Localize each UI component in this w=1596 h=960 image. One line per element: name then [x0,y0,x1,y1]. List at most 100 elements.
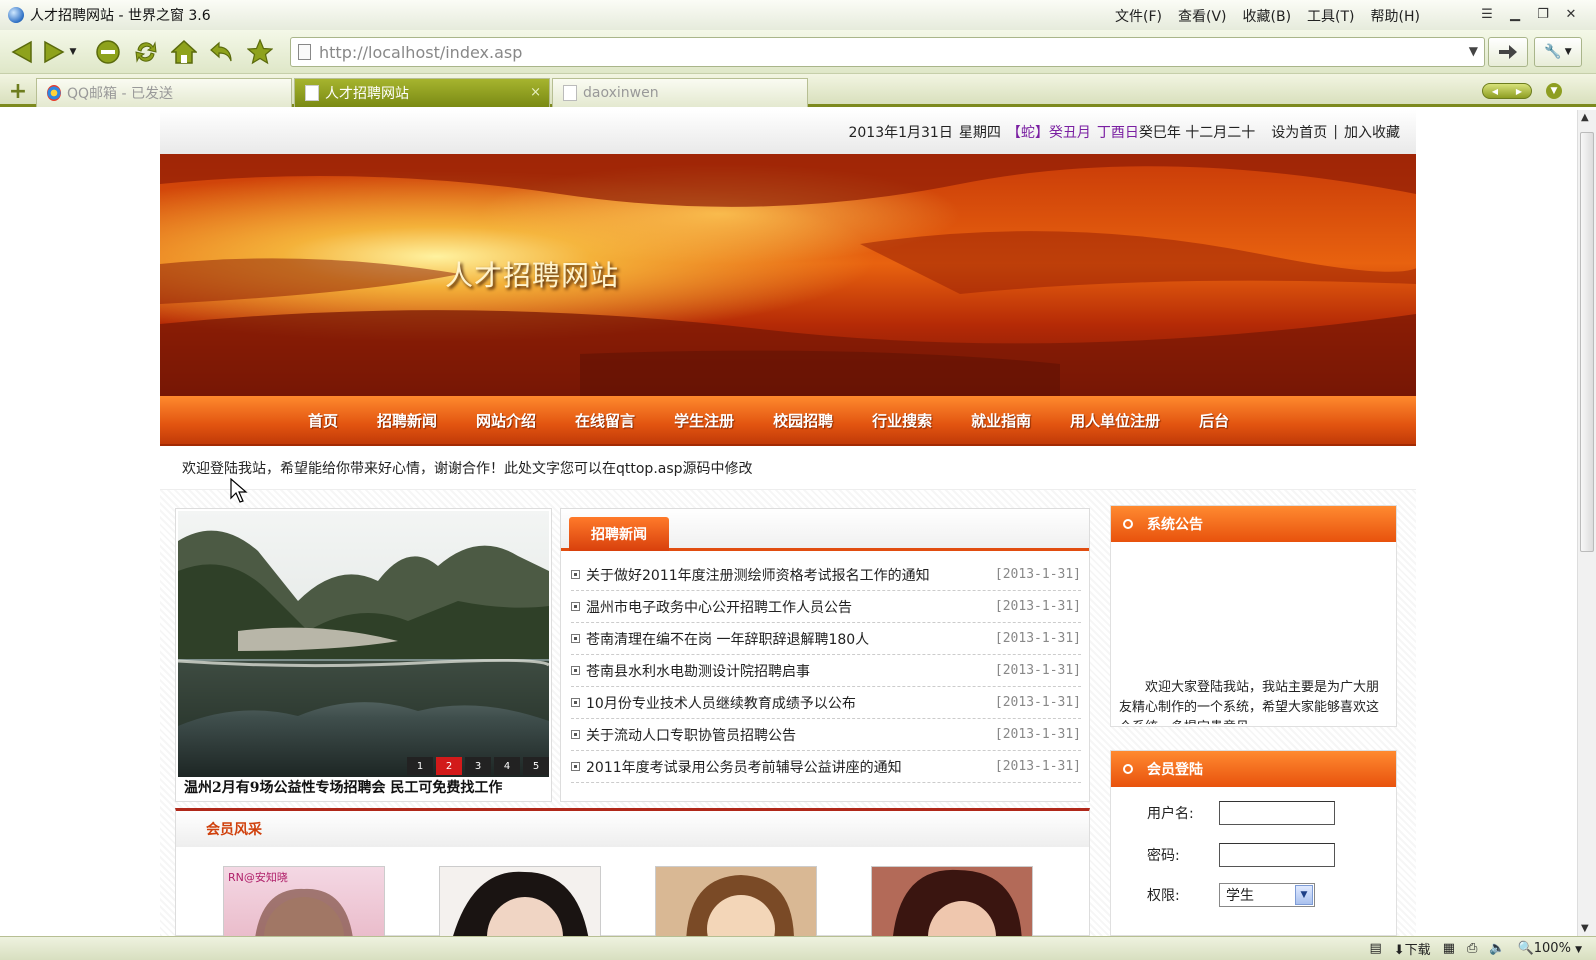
forward-history-dropdown[interactable]: ▼ [66,38,80,66]
tools-button[interactable]: 🔧 ▼ [1534,37,1582,67]
nav-guestbook[interactable]: 在线留言 [575,410,635,431]
menu-favorites[interactable]: 收藏(B) [1243,6,1292,26]
chevron-down-icon[interactable]: ▼ [1469,44,1478,58]
page-icon [563,85,577,101]
password-input[interactable] [1219,843,1335,867]
navigation-toolbar: ▼ http://localhost/index.asp ▼ 🔧 ▼ [0,30,1596,74]
news-item-title[interactable]: 10月份专业技术人员继续教育成绩予以公布 [586,693,856,713]
news-item[interactable]: 关于流动人口专职协管员招聘公告 [2013-1-31] [571,719,1081,751]
nav-admin[interactable]: 后台 [1199,410,1229,431]
menu-tools[interactable]: 工具(T) [1307,6,1354,26]
close-tab-icon[interactable]: × [530,85,541,100]
tab-label: daoxinwen [583,85,659,101]
slider-page-2[interactable]: 2 [436,757,462,775]
menu-help[interactable]: 帮助(H) [1371,6,1420,26]
member-badge: RN@安知晓 [228,871,288,884]
undo-close-button[interactable] [208,38,236,66]
forward-button[interactable] [40,38,68,66]
member-login-panel: 会员登陆 用户名: 密码: 权限: 学生 ▼ [1110,750,1397,936]
news-item-title[interactable]: 关于做好2011年度注册测绘师资格考试报名工作的通知 [586,565,930,585]
tab-scroll-control[interactable]: ◀ ▶ [1482,83,1532,99]
lunar-zodiac: 【蛇】 [1006,125,1049,141]
news-item[interactable]: 温州市电子政务中心公开招聘工作人员公告 [2013-1-31] [571,591,1081,623]
favorites-button[interactable] [246,38,274,66]
member-photo[interactable]: RN@安知晓 [223,866,385,936]
top-info-bar: 2013年1月31日 星期四 【蛇】 癸丑月 丁酉日 癸巳年 十二月二十 设为首… [160,110,1416,154]
news-item-title[interactable]: 2011年度考试录用公务员考前辅导公益讲座的通知 [586,757,902,777]
nav-industry-search[interactable]: 行业搜索 [872,410,932,431]
news-item-title[interactable]: 苍南县水利水电勘测设计院招聘启事 [586,661,810,681]
minimize-button[interactable]: ▁ [1504,4,1526,24]
news-item[interactable]: 苍南清理在编不在岗 一年辞职辞退解聘180人 [2013-1-31] [571,623,1081,655]
slider-page-5[interactable]: 5 [523,757,549,775]
scroll-down-icon[interactable]: ▼ [1581,923,1589,934]
star-icon [247,39,273,65]
go-button[interactable] [1488,37,1528,67]
role-select[interactable]: 学生 ▼ [1219,883,1315,907]
recruit-news-panel: 招聘新闻 关于做好2011年度注册测绘师资格考试报名工作的通知 [2013-1-3… [560,508,1090,802]
slider-page-3[interactable]: 3 [465,757,491,775]
print-icon[interactable]: ⎙ [1467,941,1477,956]
add-favorite-link[interactable]: 加入收藏 [1344,122,1400,142]
slider-image[interactable] [178,511,549,777]
tab-list-button[interactable]: ▼ [1546,83,1562,99]
nav-about[interactable]: 网站介绍 [476,410,536,431]
nav-student-register[interactable]: 学生注册 [674,410,734,431]
nav-recruit-news[interactable]: 招聘新闻 [377,410,437,431]
news-item-title[interactable]: 苍南清理在编不在岗 一年辞职辞退解聘180人 [586,629,869,649]
slider-caption[interactable]: 温州2月有9场公益性专场招聘会 民工可免费找工作 [184,777,502,797]
nav-campus-recruit[interactable]: 校园招聘 [773,410,833,431]
news-item-date: [2013-1-31] [994,727,1081,742]
scroll-thumb[interactable] [1580,132,1594,552]
news-title[interactable]: 招聘新闻 [569,517,669,551]
nav-career-guide[interactable]: 就业指南 [971,410,1031,431]
stop-button[interactable] [94,38,122,66]
magnifier-icon: 🔍 [1517,941,1534,956]
menu-list-icon[interactable]: ☰ [1476,4,1498,24]
menu-file[interactable]: 文件(F) [1115,6,1162,26]
slider-page-1[interactable]: 1 [407,757,433,775]
tab-qqmail[interactable]: QQ邮箱 - 已发送 [36,78,292,107]
welcome-marquee: 欢迎登陆我站，希望能给你带来好心情，谢谢合作！此处文字您可以在qttop.asp… [160,446,1416,490]
member-photo[interactable] [439,866,601,936]
nav-home[interactable]: 首页 [308,410,338,431]
vertical-scrollbar[interactable]: ▲ ▼ [1577,110,1596,936]
username-input[interactable] [1219,801,1335,825]
member-photo[interactable] [871,866,1033,936]
news-item-title[interactable]: 关于流动人口专职协管员招聘公告 [586,725,796,745]
slider-page-4[interactable]: 4 [494,757,520,775]
menu-bar: 文件(F) 查看(V) 收藏(B) 工具(T) 帮助(H) [1115,6,1420,26]
new-tab-button[interactable]: + [5,78,31,104]
menu-view[interactable]: 查看(V) [1178,6,1227,26]
news-item[interactable]: 10月份专业技术人员继续教育成绩予以公布 [2013-1-31] [571,687,1081,719]
news-item[interactable]: 苍南县水利水电勘测设计院招聘启事 [2013-1-31] [571,655,1081,687]
speaker-icon[interactable]: 🔈 [1489,941,1505,956]
zoom-level: 100% [1533,941,1571,956]
notes-icon[interactable]: ▦ [1443,941,1455,956]
news-item-title[interactable]: 温州市电子政务中心公开招聘工作人员公告 [586,597,852,617]
download-button[interactable]: ⬇下载 [1394,939,1431,958]
scroll-up-icon[interactable]: ▲ [1581,112,1589,123]
feed-icon[interactable]: ▤ [1369,941,1381,956]
username-row: 用户名: [1147,801,1335,825]
home-icon [171,39,197,64]
tab-daoxinwen[interactable]: daoxinwen [552,78,808,107]
refresh-button[interactable] [132,38,160,66]
news-item-date: [2013-1-31] [994,631,1081,646]
news-item[interactable]: 关于做好2011年度注册测绘师资格考试报名工作的通知 [2013-1-31] [571,559,1081,591]
news-item[interactable]: 2011年度考试录用公务员考前辅导公益讲座的通知 [2013-1-31] [571,751,1081,783]
address-url[interactable]: http://localhost/index.asp [319,43,522,62]
zoom-control[interactable]: 🔍100% ▼ [1518,941,1582,956]
set-home-link[interactable]: 设为首页 [1271,122,1327,142]
back-button[interactable] [8,38,36,66]
home-button[interactable] [170,38,198,66]
member-photo[interactable] [655,866,817,936]
close-window-button[interactable]: ✕ [1560,4,1582,24]
portrait-image [893,869,1022,936]
restore-button[interactable]: ❐ [1532,4,1554,24]
nav-employer-register[interactable]: 用人单位注册 [1070,410,1160,431]
password-row: 密码: [1147,843,1335,867]
tab-recruit-site[interactable]: 人才招聘网站 × [294,78,550,107]
tab-label: QQ邮箱 - 已发送 [67,86,173,102]
address-bar[interactable]: http://localhost/index.asp ▼ [290,37,1485,67]
